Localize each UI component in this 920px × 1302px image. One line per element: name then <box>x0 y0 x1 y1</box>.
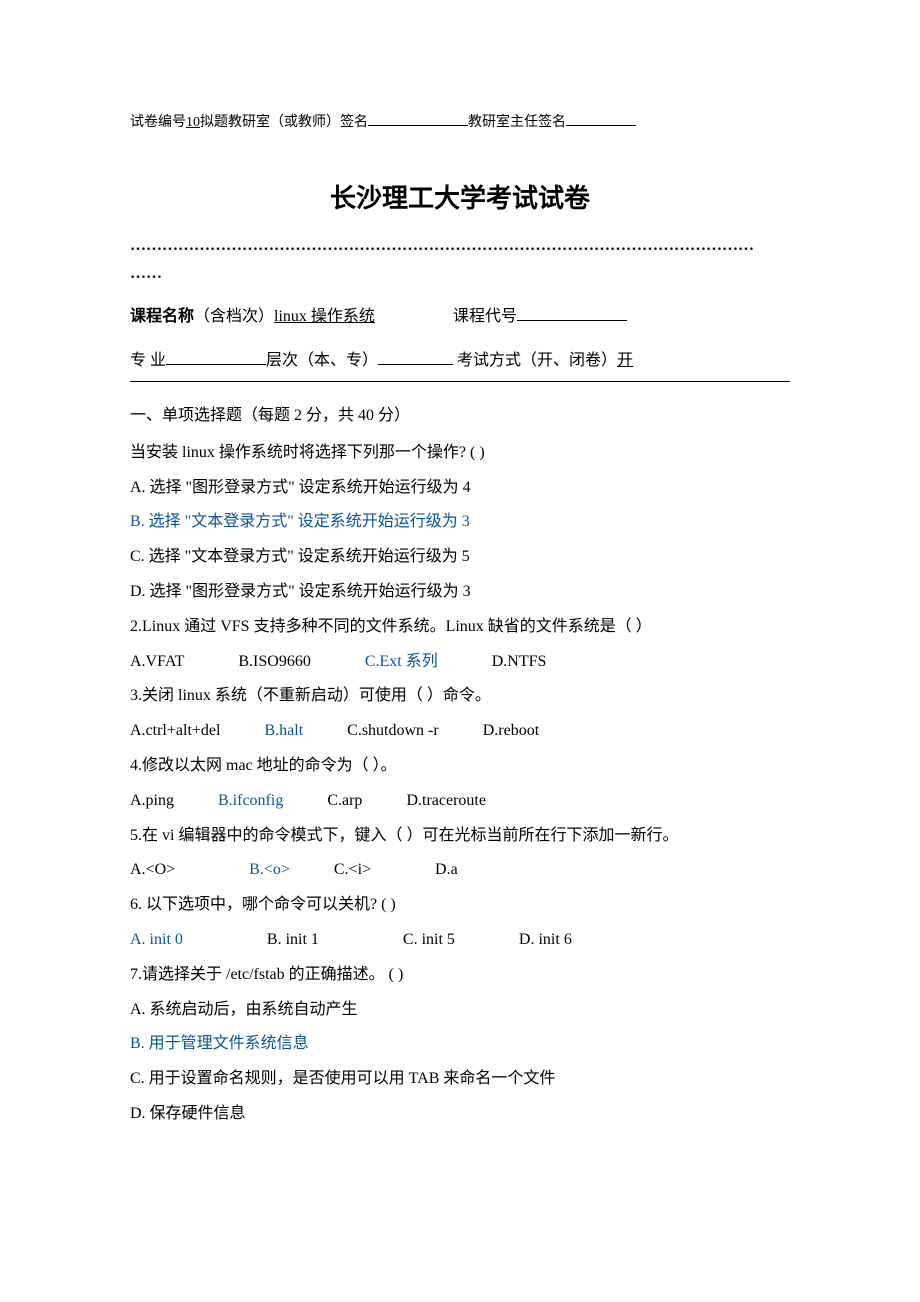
q1-opt-b: B. 选择 "文本登录方式" 设定系统开始运行级为 3 <box>130 508 790 537</box>
proposer-blank <box>368 125 468 126</box>
level-label: 层次（本、专） <box>266 352 378 369</box>
q2-stem: 2.Linux 通过 VFS 支持多种不同的文件系统。Linux 缺省的文件系统… <box>130 613 790 642</box>
course-code-label: 课程代号 <box>453 308 517 325</box>
q7-opt-c: C. 用于设置命名规则，是否使用可以用 TAB 来命名一个文件 <box>130 1065 790 1094</box>
q5-opt-b: B.<o> <box>249 861 290 878</box>
course-code-blank <box>517 320 627 321</box>
q6-stem: 6. 以下选项中，哪个命令可以关机? ( ) <box>130 891 790 920</box>
director-label: 教研室主任签名 <box>468 115 566 130</box>
horizontal-rule <box>130 381 790 382</box>
q1-opt-c: C. 选择 "文本登录方式" 设定系统开始运行级为 5 <box>130 543 790 572</box>
q4-opts: A.ping B.ifconfig C.arp D.traceroute <box>130 787 790 816</box>
q4-opt-a: A.ping <box>130 792 174 809</box>
q3-opt-b: B.halt <box>264 722 303 739</box>
q1-opt-d: D. 选择 "图形登录方式" 设定系统开始运行级为 3 <box>130 578 790 607</box>
q6-opt-d: D. init 6 <box>519 931 572 948</box>
q4-stem: 4.修改以太网 mac 地址的命令为（ ）。 <box>130 752 790 781</box>
q7-opt-a: A. 系统启动后，由系统自动产生 <box>130 996 790 1025</box>
exam-type-value: 开 <box>617 347 633 376</box>
major-label: 专 业 <box>130 352 166 369</box>
q6-opts: A. init 0 B. init 1 C. init 5 D. init 6 <box>130 926 790 955</box>
exam-type-label: 考试方式（开、闭卷） <box>457 352 617 369</box>
paper-no-value: 10 <box>186 110 200 135</box>
q6-opt-c: C. init 5 <box>403 931 455 948</box>
section-1-header: 一、单项选择题（每题 2 分，共 40 分） <box>130 402 790 431</box>
q4-opt-b: B.ifconfig <box>218 792 283 809</box>
q1-stem: 当安装 linux 操作系统时将选择下列那一个操作? ( ) <box>130 439 790 468</box>
dotted-divider: ……………………………………………………………………………………………………… <box>130 232 790 258</box>
q2-opt-c: C.Ext 系列 <box>365 653 438 670</box>
exam-title: 长沙理工大学考试试卷 <box>130 175 790 222</box>
q3-stem: 3.关闭 linux 系统（不重新启动）可使用（ ）命令。 <box>130 682 790 711</box>
q5-opts: A.<O> B.<o> C.<i> D.a <box>130 856 790 885</box>
course-name-paren: （含档次） <box>194 308 274 325</box>
dotted-divider-tail: …… <box>130 260 790 289</box>
q6-opt-b: B. init 1 <box>267 931 319 948</box>
q5-opt-c: C.<i> <box>334 861 371 878</box>
director-blank <box>566 125 636 126</box>
q2-opt-d: D.NTFS <box>492 653 547 670</box>
q3-opt-c: C.shutdown -r <box>347 722 439 739</box>
q6-opt-a: A. init 0 <box>130 931 183 948</box>
course-name-label: 课程名称 <box>130 308 194 325</box>
q5-opt-d: D.a <box>435 861 458 878</box>
q2-opts: A.VFAT B.ISO9660 C.Ext 系列 D.NTFS <box>130 648 790 677</box>
q3-opts: A.ctrl+alt+del B.halt C.shutdown -r D.re… <box>130 717 790 746</box>
proposer-label: 拟题教研室（或教师）签名 <box>200 115 368 130</box>
q2-opt-a: A.VFAT <box>130 653 184 670</box>
exam-header: 试卷编号 10 拟题教研室（或教师）签名 教研室主任签名 <box>130 110 790 135</box>
q5-stem: 5.在 vi 编辑器中的命令模式下，键入（ ）可在光标当前所在行下添加一新行。 <box>130 822 790 851</box>
major-blank <box>166 364 266 365</box>
q7-opt-b: B. 用于管理文件系统信息 <box>130 1030 790 1059</box>
q2-opt-b: B.ISO9660 <box>238 653 310 670</box>
meta-row: 专 业 层次（本、专） 考试方式（开、闭卷） 开 <box>130 347 790 376</box>
q5-opt-a: A.<O> <box>130 861 175 878</box>
q4-opt-d: D.traceroute <box>406 792 486 809</box>
q7-opt-d: D. 保存硬件信息 <box>130 1100 790 1129</box>
q7-stem: 7.请选择关于 /etc/fstab 的正确描述。 ( ) <box>130 961 790 990</box>
q1-opt-a: A. 选择 "图形登录方式" 设定系统开始运行级为 4 <box>130 474 790 503</box>
course-name-value: linux 操作系统 <box>274 303 375 332</box>
level-blank <box>378 364 453 365</box>
q3-opt-a: A.ctrl+alt+del <box>130 722 220 739</box>
paper-no-label: 试卷编号 <box>130 115 186 130</box>
course-row: 课程名称（含档次） linux 操作系统 课程代号 <box>130 303 790 332</box>
q3-opt-d: D.reboot <box>483 722 539 739</box>
q4-opt-c: C.arp <box>327 792 362 809</box>
